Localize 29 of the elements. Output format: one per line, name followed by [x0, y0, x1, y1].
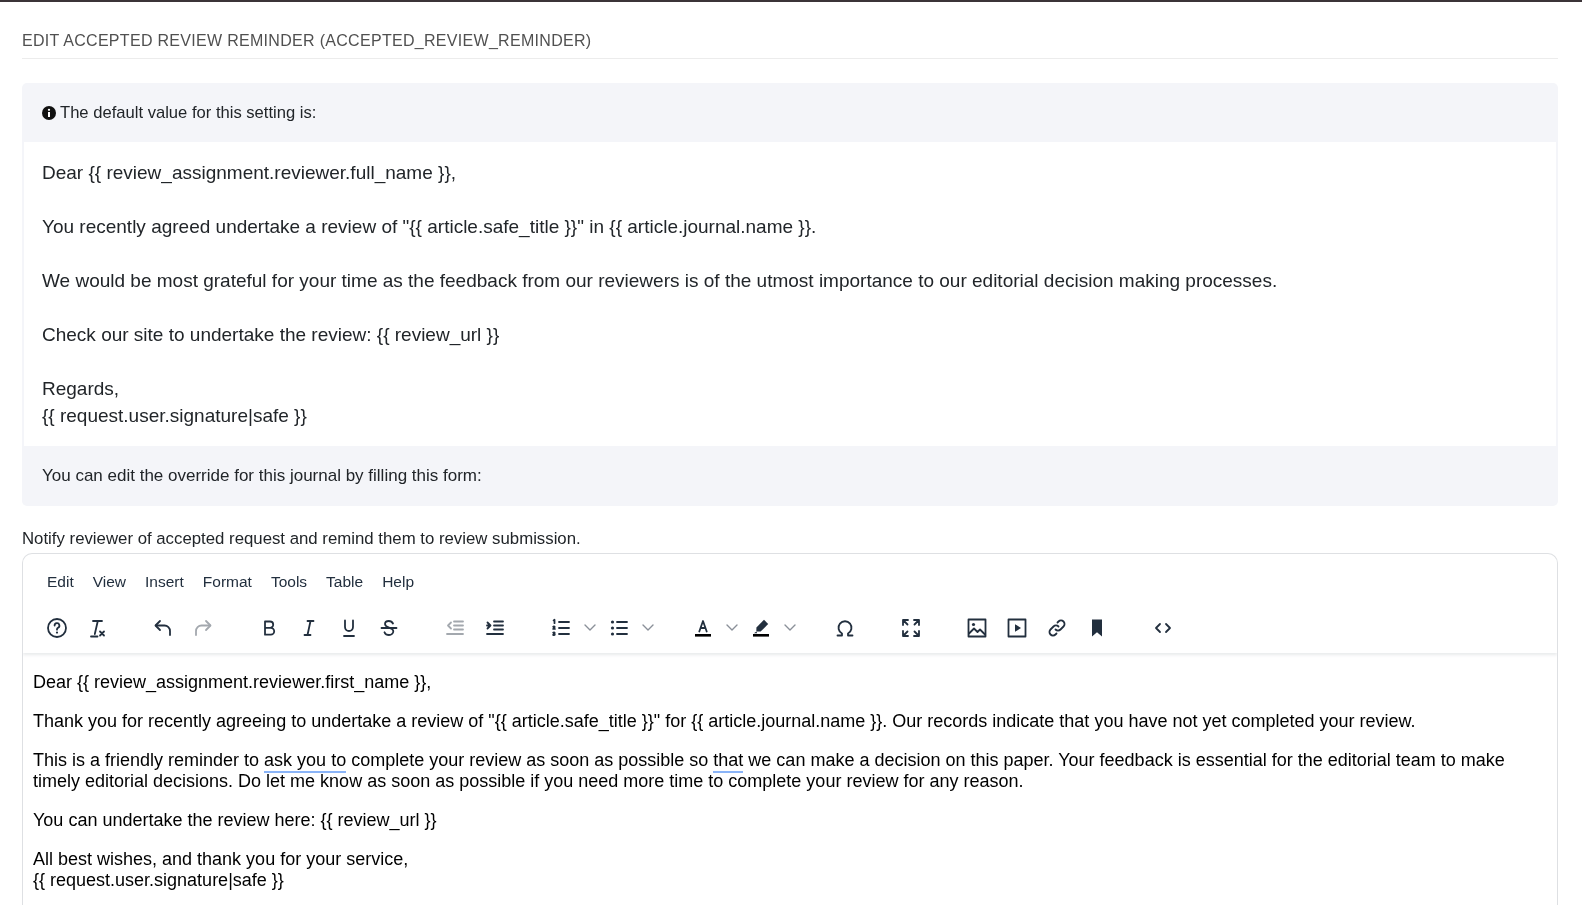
template-text: {{ request.user.signature|safe }}: [42, 404, 307, 428]
menu-item[interactable]: Table: [317, 564, 373, 600]
template-text: Regards,: [42, 377, 120, 401]
page-title: EDIT ACCEPTED REVIEW REMINDER (ACCEPTED_REVIEW_REMINDER): [22, 31, 592, 51]
chevron-down-icon: [784, 624, 796, 631]
editor-text: This is a friendly reminder to ask you to complete your review as soon as possible so that we can make a decision on this paper. Your feedback is essential for the editorial team to make timely editorial decisions. Do let me know as soon as possible if you need more time to complete your review for any reason.: [33, 750, 1506, 792]
chevron-down-icon: [584, 624, 596, 631]
editor-text: All best wishes, and thank you for your service,: [33, 849, 410, 870]
menu-item[interactable]: Edit: [38, 564, 83, 600]
info-icon: [42, 105, 56, 120]
template-text: You recently agreed undertake a review of "{{ article.safe_title }}" in {{ article.journal.name }}.: [42, 215, 817, 240]
editor-text: Dear {{ review_assignment.reviewer.first_name }},: [33, 672, 433, 693]
notice-text: You can edit the override for this journal by filling this form:: [42, 466, 482, 486]
template-text: Check our site to undertake the review: {{ review_url }}: [42, 323, 500, 348]
editor-text: {{ request.user.signature|safe }}: [33, 870, 285, 891]
menu-item[interactable]: Format: [193, 564, 261, 600]
template-text: We would be most grateful for your time as the feedback from our reviewers is of the utmost importance to our editorial decision making processes.: [42, 269, 1278, 293]
menu-item[interactable]: Help: [373, 564, 424, 600]
field-description: Notify reviewer of accepted request and remind them to review submission.: [22, 528, 581, 550]
menu-item[interactable]: View: [83, 564, 136, 600]
editor-text: You can undertake the review here: {{ review_url }}: [33, 810, 438, 831]
menu-item[interactable]: Tools: [261, 564, 317, 600]
menu-item[interactable]: Insert: [136, 564, 193, 600]
chevron-down-icon: [642, 624, 654, 631]
template-text: Dear {{ review_assignment.reviewer.full_name }},: [42, 161, 456, 186]
help-icon: [45, 615, 69, 640]
notice-text: The default value for this setting is:: [60, 102, 317, 123]
editor-text: Thank you for recently agreeing to undertake a review of "{{ article.safe_title }}" for {{ article.journal.name }}. Our records indicate that you have not yet completed your review.: [33, 711, 1417, 732]
chevron-down-icon: [726, 624, 738, 631]
